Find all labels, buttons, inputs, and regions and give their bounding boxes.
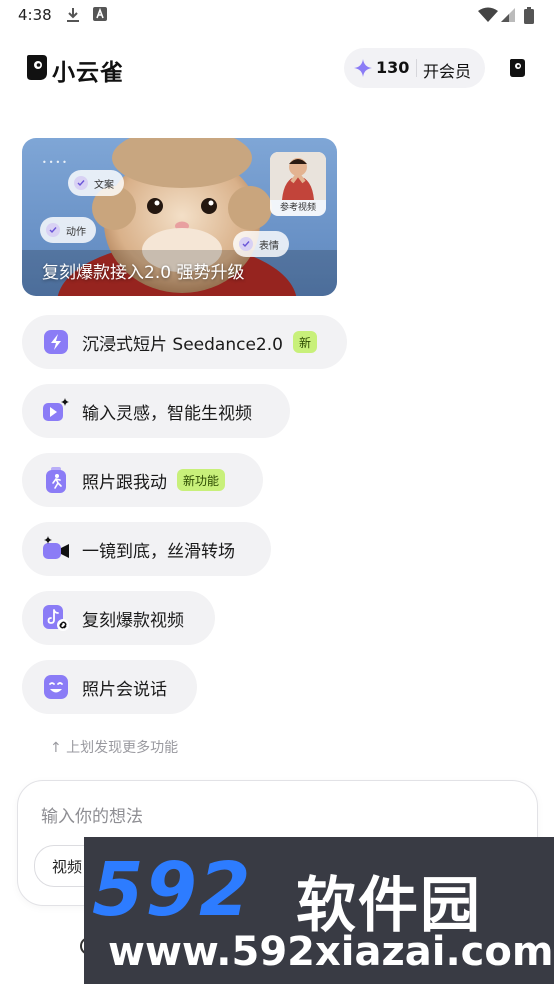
feature-label: 输入灵感，智能生视频 [82, 403, 252, 424]
watermark-overlay: 592 软件园 www.592xiazai.com [84, 837, 554, 984]
watermark-number: 592 [92, 847, 253, 933]
notebook-icon[interactable] [505, 56, 529, 80]
watermark-url: www.592xiazai.com [108, 929, 554, 975]
font-a-icon [93, 7, 107, 21]
credits-member-pill[interactable]: 130 开会员 [344, 48, 485, 88]
tiktok-link-icon [43, 605, 69, 631]
status-bar: 4:38 [0, 0, 554, 32]
promo-banner[interactable]: •••• 文案 动作 表情 参考视频 复刻爆款接入2.0 强势升级 [22, 138, 337, 296]
video-camera-icon [43, 536, 69, 559]
feature-label: 一镜到底，丝滑转场 [82, 541, 235, 562]
feature-label: 复刻爆款视频 [82, 610, 184, 631]
new-feature-badge: 新功能 [177, 469, 226, 491]
new-badge: 新 [292, 331, 317, 353]
battery-icon [524, 7, 534, 24]
feature-label: 照片会说话 [82, 679, 167, 700]
status-time: 4:38 [18, 6, 52, 24]
credits-count: 130 [376, 58, 410, 77]
check-icon [239, 237, 253, 251]
feature-seedance[interactable]: 沉浸式短片 Seedance2.0 新 [22, 315, 347, 369]
feature-label: 照片跟我动 [82, 472, 167, 493]
check-icon [46, 223, 60, 237]
banner-chip: 动作 [40, 217, 96, 243]
divider [416, 59, 417, 77]
video-mode-label: 视频 [52, 858, 83, 876]
running-person-icon [46, 467, 66, 493]
play-sparkle-icon [43, 398, 69, 421]
download-icon [67, 8, 79, 22]
cellular-signal-icon [501, 8, 515, 22]
app-title: 小云雀 [52, 60, 124, 86]
chip-label: 表情 [259, 240, 279, 252]
banner-chip: 表情 [233, 231, 289, 257]
open-membership-button[interactable]: 开会员 [423, 58, 471, 82]
app-logo-icon [27, 55, 47, 80]
banner-title: 复刻爆款接入2.0 强势升级 [42, 263, 245, 283]
chip-label: 文案 [94, 179, 114, 191]
feature-replicate-viral[interactable]: 复刻爆款视频 [22, 591, 215, 645]
feature-one-take-transition[interactable]: 一镜到底，丝滑转场 [22, 522, 271, 576]
chip-label: 动作 [66, 226, 86, 238]
reference-video-label: 参考视频 [279, 203, 316, 213]
prompt-input[interactable]: 输入你的想法 [41, 802, 143, 827]
smile-face-icon [44, 675, 68, 699]
watermark-brand: 592 软件园 [84, 847, 554, 941]
banner-dots: •••• [42, 158, 69, 167]
lightning-icon [44, 330, 68, 354]
wifi-icon [478, 7, 498, 22]
swipe-up-hint: ↑ 上划发现更多功能 [50, 740, 179, 756]
feature-idea-to-video[interactable]: 输入灵感，智能生视频 [22, 384, 290, 438]
reference-video-card: 参考视频 [270, 152, 326, 216]
banner-chip: 文案 [68, 170, 124, 196]
app-header: 小云雀 130 开会员 [0, 40, 554, 96]
reference-child-image [270, 152, 326, 200]
feature-label: 沉浸式短片 Seedance2.0 [82, 334, 283, 355]
check-icon [74, 176, 88, 190]
feature-photo-motion[interactable]: 照片跟我动 新功能 [22, 453, 263, 507]
feature-talking-photo[interactable]: 照片会说话 [22, 660, 197, 714]
sparkle-icon [354, 59, 372, 77]
